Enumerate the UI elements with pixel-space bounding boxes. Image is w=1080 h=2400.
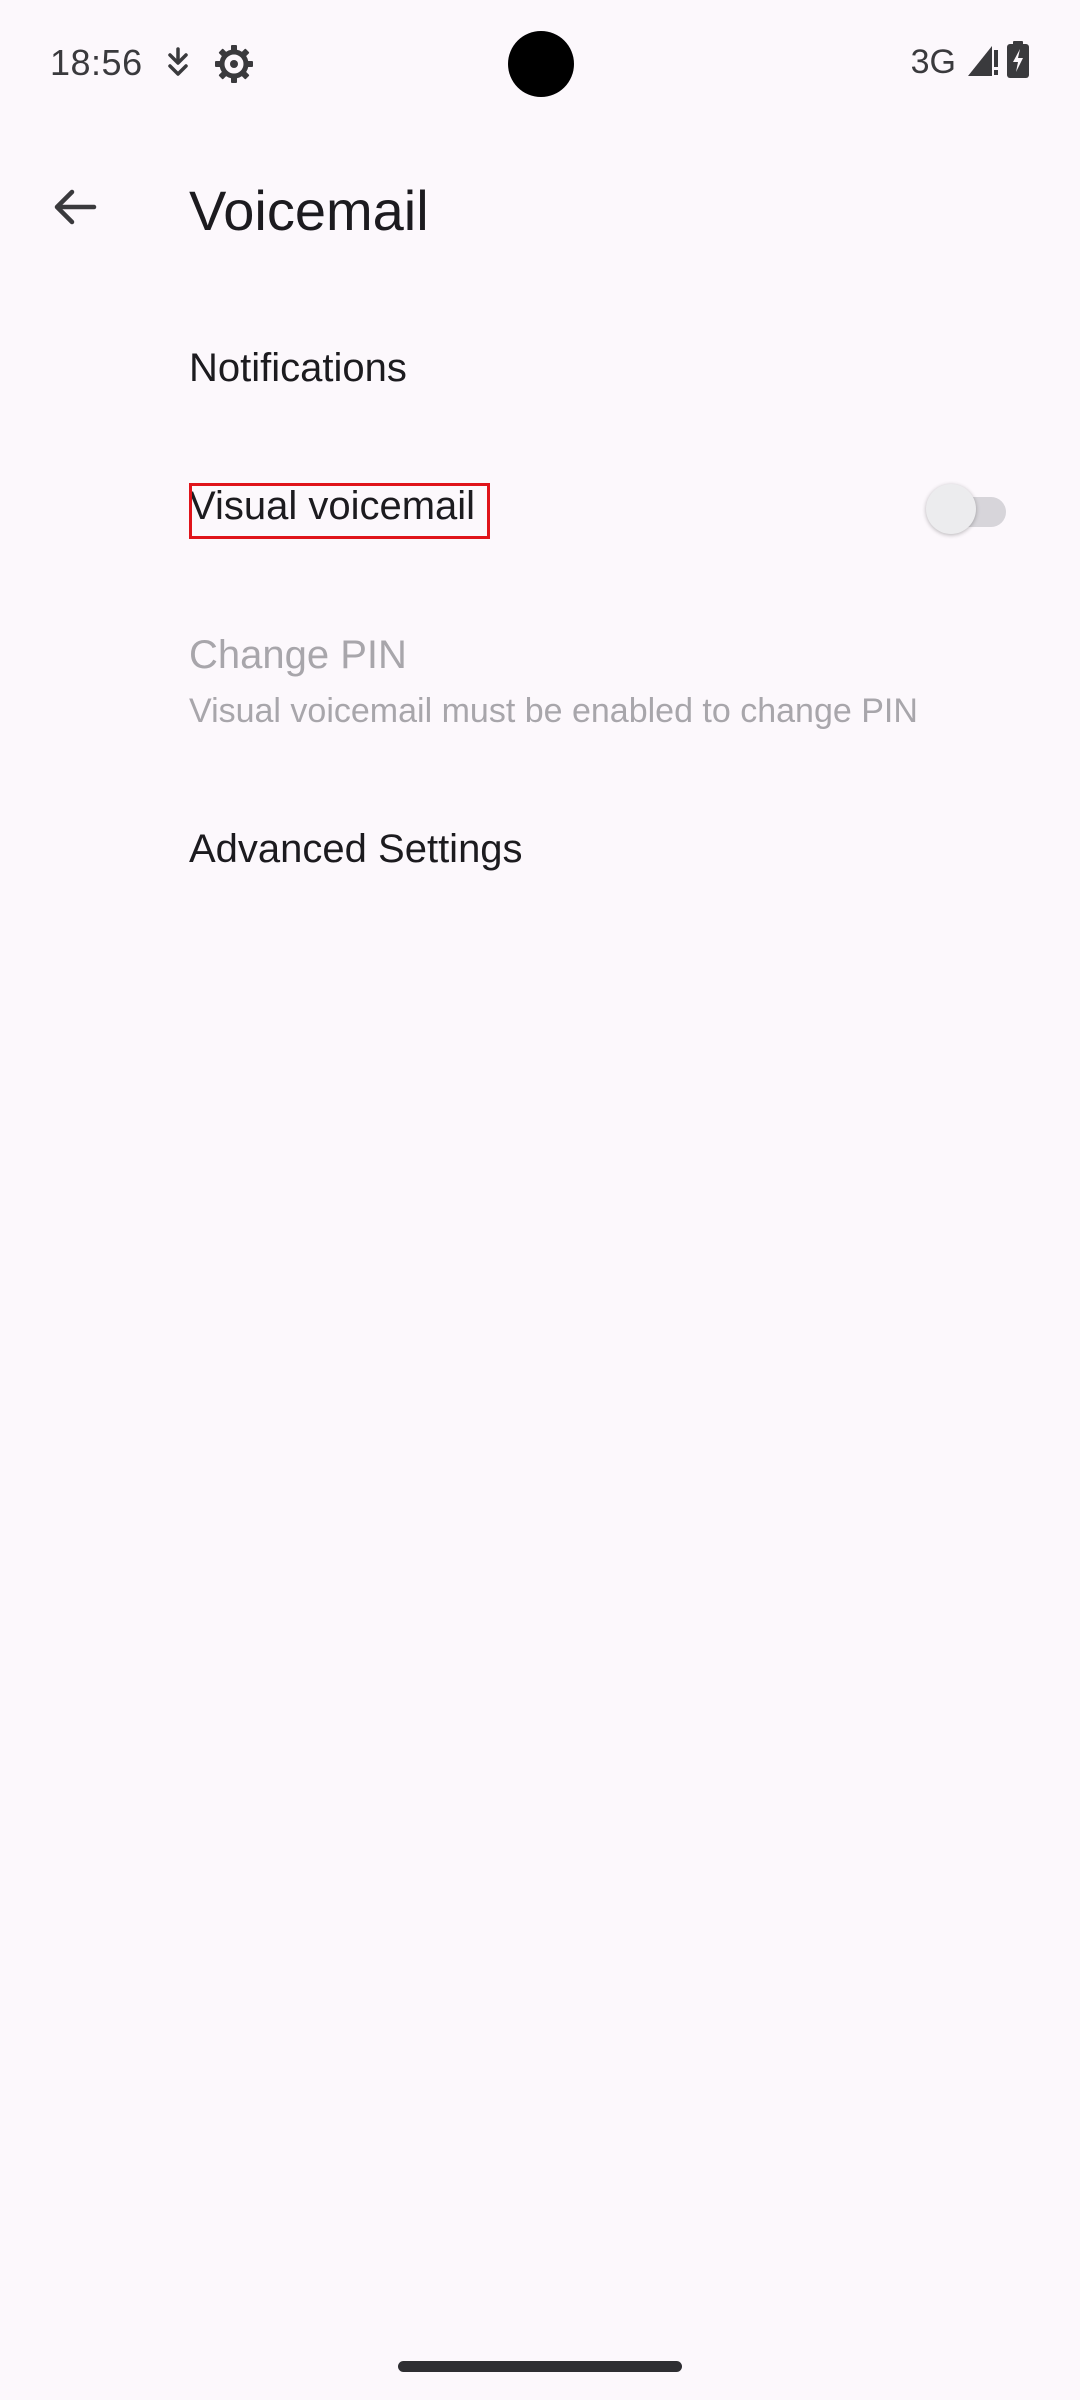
status-bar: 18:56 3G <box>0 0 1080 130</box>
pref-title-advanced-settings: Advanced Settings <box>189 827 523 871</box>
back-button[interactable] <box>38 172 112 246</box>
cell-signal-icon <box>966 42 1000 83</box>
pref-item-notifications[interactable]: Notifications <box>0 300 1080 440</box>
pref-item-advanced-settings[interactable]: Advanced Settings <box>0 782 1080 922</box>
status-indicators: 3G <box>911 40 1030 84</box>
camera-cutout <box>508 31 574 97</box>
pref-title-change-pin: Change PIN <box>189 633 407 677</box>
battery-charging-icon <box>1006 40 1030 84</box>
pref-summary-change-pin: Visual voicemail must be enabled to chan… <box>189 692 918 730</box>
pref-item-change-pin: Change PIN Visual voicemail must be enab… <box>0 582 1080 762</box>
toggle-thumb <box>926 484 976 534</box>
pref-title-notifications: Notifications <box>189 346 407 390</box>
arrow-back-icon <box>50 182 100 237</box>
download-arrow-icon <box>163 46 193 85</box>
settings-gear-icon <box>214 44 254 89</box>
page-title: Voicemail <box>189 179 429 242</box>
visual-voicemail-toggle[interactable] <box>926 484 1008 538</box>
status-time: 18:56 <box>50 42 143 83</box>
highlight-box <box>189 483 490 539</box>
pref-item-visual-voicemail[interactable]: Visual voicemail <box>0 440 1080 582</box>
gesture-nav-handle[interactable] <box>398 2361 682 2372</box>
app-bar: Voicemail <box>0 150 1080 270</box>
network-type-label: 3G <box>910 42 956 81</box>
